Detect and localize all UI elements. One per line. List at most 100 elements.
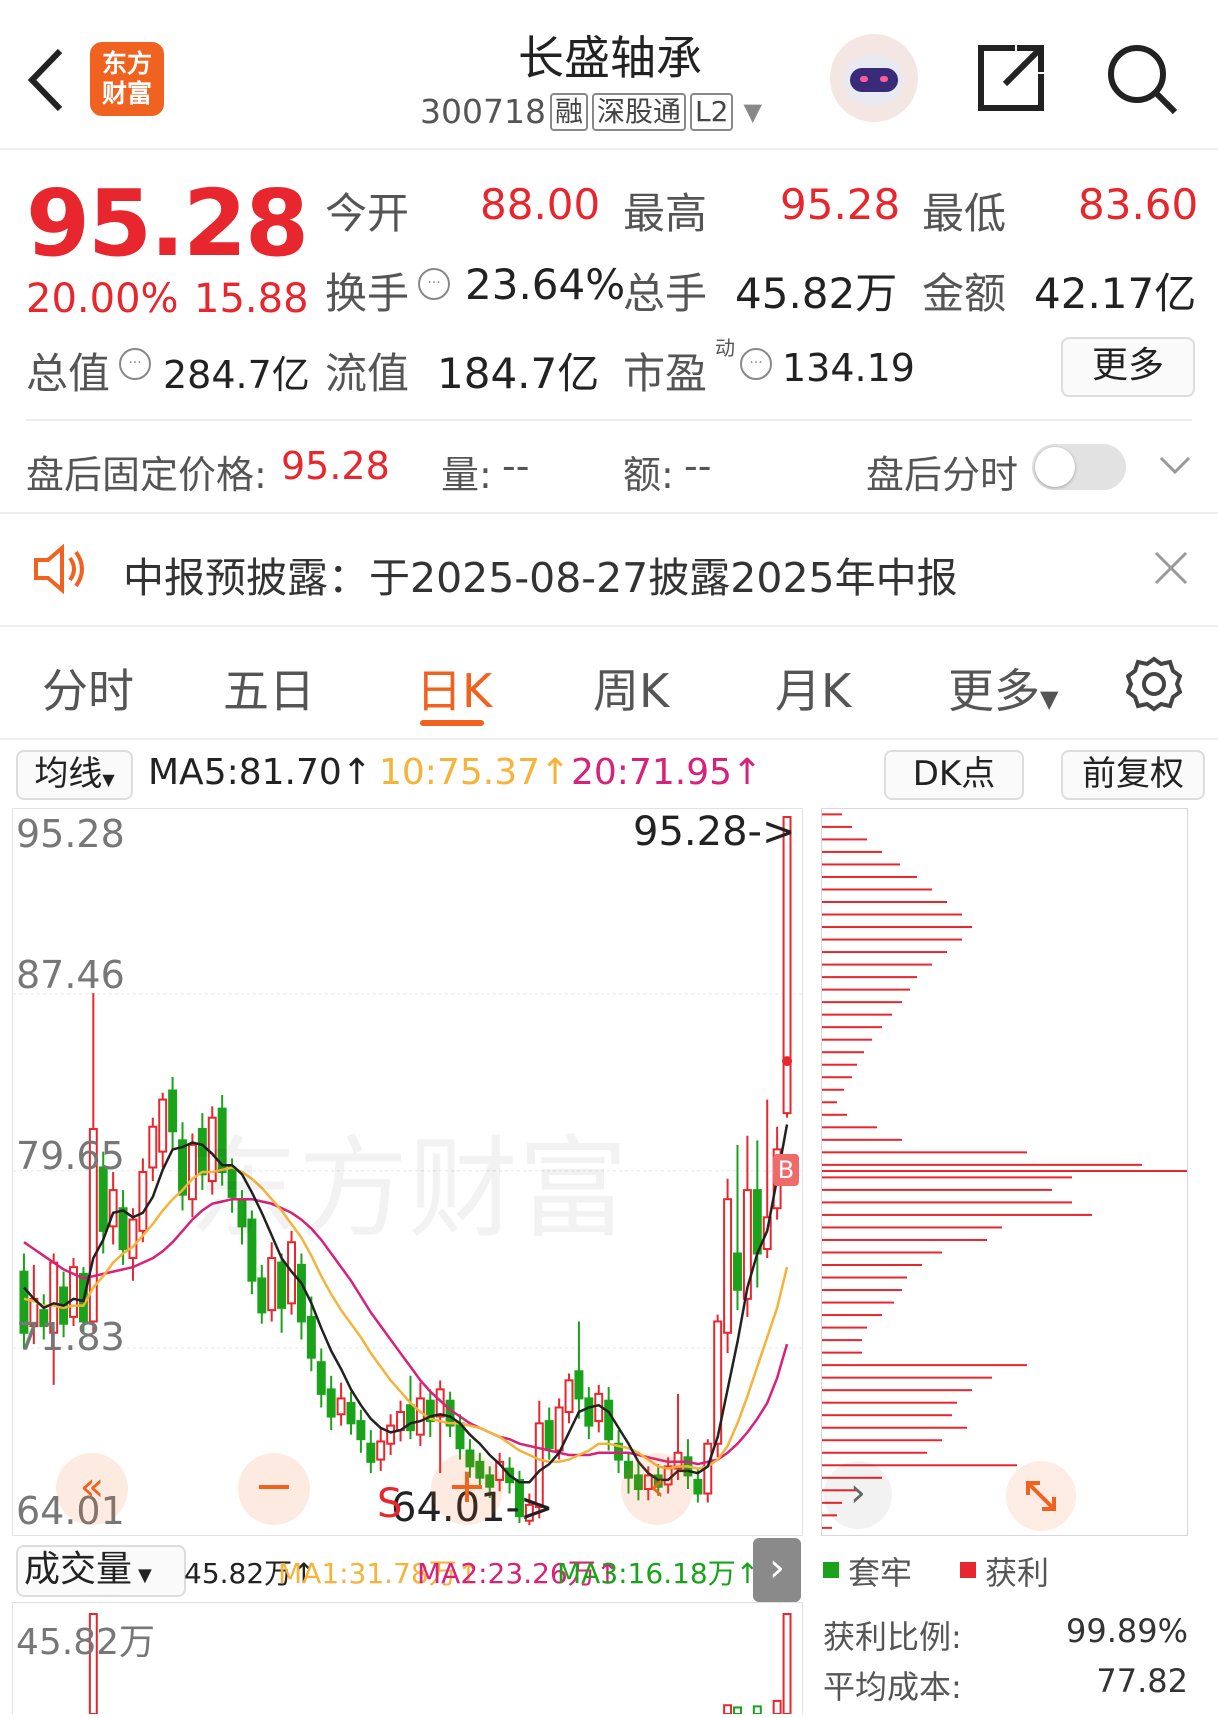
chip-bar xyxy=(822,1151,1027,1154)
price-adjust-button[interactable]: 前复权 xyxy=(1061,750,1205,800)
amount-value: 42.17亿 xyxy=(1034,269,1197,318)
settings-gear-icon[interactable] xyxy=(1125,656,1183,716)
change-percent: 20.00% xyxy=(26,276,179,322)
tab-more-label: 更多 xyxy=(948,664,1040,718)
volume-bar xyxy=(772,1699,782,1715)
tab-weekly-k[interactable]: 周K xyxy=(593,655,669,721)
stock-code-row[interactable]: 300718 融 深股通 L2 ▼ xyxy=(420,92,762,131)
high-value: 95.28 xyxy=(780,180,901,229)
app-logo[interactable]: 东方 财富 xyxy=(90,42,164,116)
candle-body xyxy=(158,1098,168,1153)
ma-selector[interactable]: 均线▼ xyxy=(16,750,133,800)
low-label: 最低 xyxy=(922,189,1007,238)
pe-dynamic-sup: 动 xyxy=(715,336,735,360)
chip-bar xyxy=(822,1351,862,1354)
chip-bar xyxy=(822,888,932,891)
volume-ma3: MA3:16.18万↑ xyxy=(557,1557,760,1590)
chip-bar xyxy=(822,1063,857,1066)
share-icon[interactable] xyxy=(975,42,1047,114)
price-dot xyxy=(782,1056,793,1067)
info-icon[interactable]: ··· xyxy=(740,348,772,380)
after-hours-amt: -- xyxy=(684,444,712,488)
tab-intraday[interactable]: 分时 xyxy=(42,655,134,721)
scroll-right-button[interactable]: ‹ xyxy=(621,1453,693,1525)
info-icon[interactable]: ··· xyxy=(119,348,151,380)
chip-bar xyxy=(822,1276,907,1279)
avg-cost-label: 平均成本: xyxy=(823,1668,962,1706)
info-icon[interactable]: ··· xyxy=(418,268,450,300)
candle-body xyxy=(306,1315,316,1359)
assistant-robot-icon[interactable] xyxy=(830,34,918,122)
volume-selector[interactable]: 成交量 ▼ xyxy=(16,1545,186,1597)
candle-body xyxy=(128,1218,138,1260)
divider xyxy=(0,148,1218,150)
chip-bar xyxy=(822,1076,852,1079)
after-hours-vol-label: 量: xyxy=(441,453,492,497)
chip-distribution[interactable]: › xyxy=(821,808,1188,1536)
chip-bar xyxy=(822,1401,957,1404)
axis-label: 71.83 xyxy=(16,1315,125,1359)
expand-chevron-icon[interactable] xyxy=(1157,450,1193,484)
close-icon[interactable] xyxy=(1153,550,1189,590)
high-label: 最高 xyxy=(623,189,708,238)
zoom-out-button[interactable]: − xyxy=(238,1453,310,1525)
volume-axis-top: 45.82万 xyxy=(16,1622,156,1663)
candle-body xyxy=(574,1370,584,1400)
chip-bar xyxy=(822,976,917,979)
kline-chart[interactable]: 东方财富 95.28 87.46 79.65 71.83 64.01 95.28… xyxy=(12,808,803,1536)
volume-chart[interactable]: 45.82万 xyxy=(12,1602,803,1716)
chip-bar xyxy=(822,1264,922,1267)
chip-bar xyxy=(822,1013,892,1016)
connect-tag: 深股通 xyxy=(592,92,687,131)
tab-more[interactable]: 更多▼ xyxy=(948,655,1058,721)
after-hours-vol: -- xyxy=(502,444,530,488)
expand-right-icon[interactable]: › xyxy=(753,1538,801,1602)
divider xyxy=(26,419,1192,421)
after-hours-toggle[interactable] xyxy=(1032,444,1126,490)
tab-daily-k[interactable]: 日K xyxy=(416,655,492,721)
chip-bar xyxy=(822,1088,844,1091)
candle-body xyxy=(326,1388,336,1418)
divider xyxy=(0,512,1218,514)
chip-bar xyxy=(822,1238,987,1241)
candle-body xyxy=(554,1406,564,1452)
tab-monthly-k[interactable]: 月K xyxy=(775,655,851,721)
chip-bar xyxy=(822,1176,1072,1179)
chip-bar xyxy=(822,1426,967,1429)
chip-bar xyxy=(822,813,842,816)
scroll-left-button[interactable]: « xyxy=(56,1453,128,1525)
candle-body xyxy=(148,1125,158,1169)
active-tab-indicator xyxy=(420,720,484,726)
candle-body xyxy=(356,1420,366,1441)
candle-body xyxy=(257,1277,267,1314)
tab-five-day[interactable]: 五日 xyxy=(223,655,315,721)
chip-bar xyxy=(822,1439,942,1442)
chip-bar xyxy=(822,1451,927,1454)
volume-value: 45.82万 xyxy=(735,269,898,318)
margin-tag: 融 xyxy=(549,92,588,131)
candle-body xyxy=(544,1420,554,1450)
expand-icon[interactable] xyxy=(1006,1461,1076,1531)
chip-bar xyxy=(822,951,947,954)
chip-bar xyxy=(822,1201,1072,1204)
dk-point-button[interactable]: DK点 xyxy=(884,750,1024,800)
search-icon[interactable] xyxy=(1105,42,1180,117)
chevron-left-icon xyxy=(27,48,63,112)
chip-bar xyxy=(822,1251,942,1254)
after-hours-price: 95.28 xyxy=(281,444,390,488)
after-hours-price-label: 盘后固定价格: xyxy=(26,453,267,497)
chip-bar xyxy=(822,1113,847,1116)
candle-body xyxy=(584,1397,594,1427)
caret-down-icon: ▼ xyxy=(102,770,115,789)
stock-name: 长盛轴承 xyxy=(518,31,702,85)
more-quote-button[interactable]: 更多 xyxy=(1061,337,1195,397)
watermark: 东方财富 xyxy=(188,1125,628,1253)
volume-selector-label: 成交量 xyxy=(24,1549,133,1590)
back-button[interactable] xyxy=(22,45,72,115)
notice-text[interactable]: 中报预披露：于2025-08-27披露2025年中报 xyxy=(123,544,958,604)
chip-bar xyxy=(822,1301,894,1304)
chip-nav-button[interactable]: › xyxy=(824,1461,892,1529)
chip-bar xyxy=(822,1163,1142,1166)
avg-cost-value: 77.82 xyxy=(1096,1662,1188,1700)
zoom-in-button[interactable]: + xyxy=(431,1453,503,1525)
